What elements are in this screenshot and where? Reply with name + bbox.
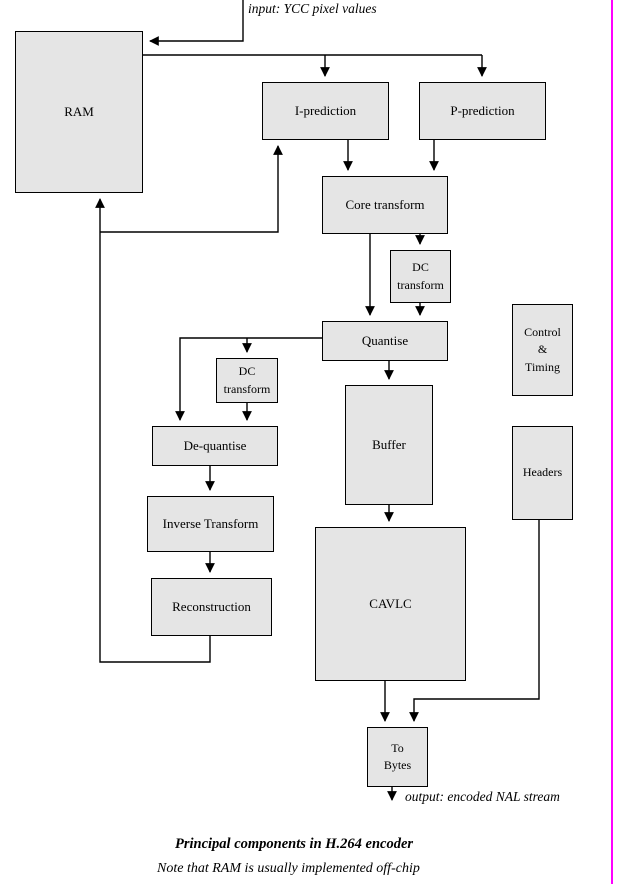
node-reconstruction[interactable]: Reconstruction	[151, 578, 272, 636]
node-buffer-label: Buffer	[372, 436, 406, 452]
output-annotation: output: encoded NAL stream	[405, 789, 560, 804]
node-dc-transform-top[interactable]: DC transform	[390, 250, 451, 303]
node-headers-label: Headers	[522, 465, 563, 480]
node-core-transform[interactable]: Core transform	[322, 176, 448, 234]
node-to-bytes-label: To Bytes	[383, 740, 412, 772]
node-reconstruction-label: Reconstruction	[172, 598, 251, 614]
node-cavlc-label: CAVLC	[369, 595, 412, 611]
node-i-prediction-label: I-prediction	[294, 102, 357, 118]
node-to-bytes[interactable]: To Bytes	[367, 727, 428, 787]
diagram-page: RAM I-prediction P-prediction Core trans…	[0, 0, 617, 884]
edge-input-to-ram	[149, 0, 244, 46]
node-p-prediction-label: P-prediction	[450, 102, 515, 118]
node-i-prediction[interactable]: I-prediction	[262, 82, 389, 140]
node-buffer[interactable]: Buffer	[345, 385, 433, 505]
node-inverse-transform[interactable]: Inverse Transform	[147, 496, 274, 552]
node-ram-label: RAM	[64, 103, 94, 119]
node-inverse-transform-label: Inverse Transform	[162, 515, 259, 531]
page-right-rule	[611, 0, 613, 884]
node-dc-transform-bottom[interactable]: DC transform	[216, 358, 278, 403]
node-de-quantise-label: De-quantise	[183, 437, 247, 453]
input-annotation: input: YCC pixel values	[248, 1, 377, 16]
node-quantise-label: Quantise	[361, 332, 409, 348]
node-control-timing[interactable]: Control & Timing	[512, 304, 573, 396]
node-ram[interactable]: RAM	[15, 31, 143, 193]
node-de-quantise[interactable]: De-quantise	[152, 426, 278, 466]
node-control-timing-label: Control & Timing	[524, 324, 561, 374]
diagram-title: Principal components in H.264 encoder	[175, 836, 414, 852]
node-cavlc[interactable]: CAVLC	[315, 527, 466, 681]
node-p-prediction[interactable]: P-prediction	[419, 82, 546, 140]
diagram-note: Note that RAM is usually implemented off…	[157, 861, 420, 876]
node-dc-transform-bottom-label: DC transform	[223, 364, 271, 396]
node-dc-transform-top-label: DC transform	[397, 260, 444, 292]
node-core-transform-label: Core transform	[345, 196, 425, 212]
node-quantise[interactable]: Quantise	[322, 321, 448, 361]
node-headers[interactable]: Headers	[512, 426, 573, 520]
